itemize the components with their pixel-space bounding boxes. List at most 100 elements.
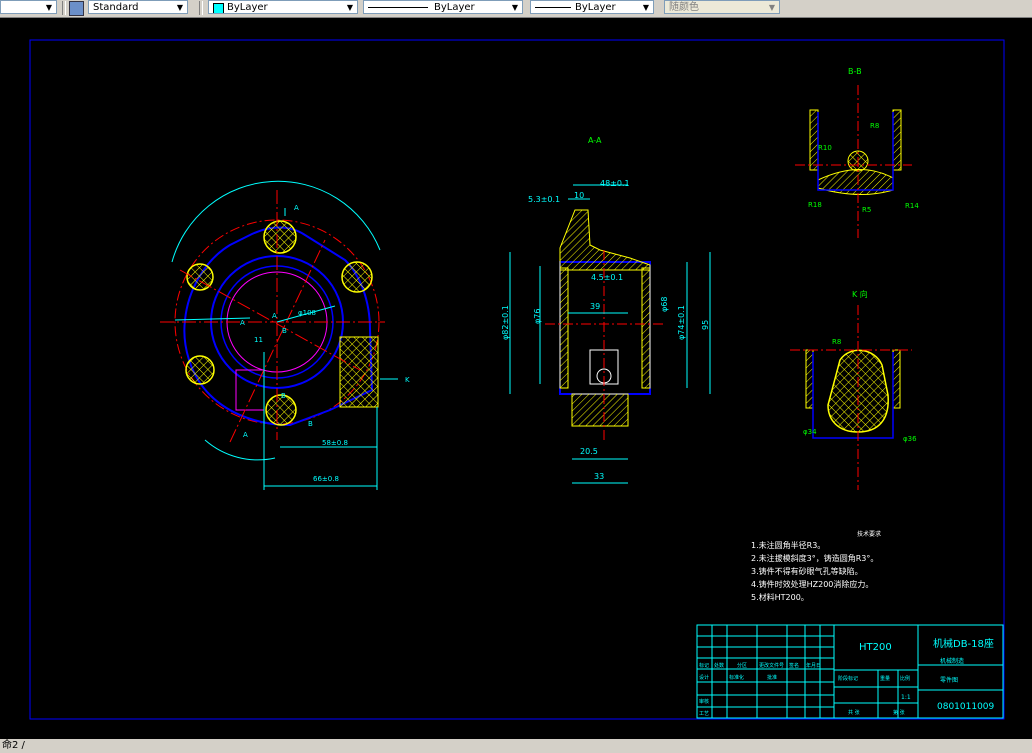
dim-74: φ74±0.1 [677, 305, 686, 340]
section-letter-b: B [308, 420, 313, 428]
cell-approve: 批准 [767, 674, 777, 681]
section-bb-title: B-B [848, 67, 862, 76]
chevron-down-icon[interactable]: ▼ [44, 1, 54, 13]
dim-10: 10 [574, 191, 584, 200]
section-bb-view: B-B R8 R10 R18 R5 R14 [795, 67, 919, 238]
center-letter-a: A [272, 312, 277, 320]
dim-11: 11 [254, 336, 263, 344]
row-label-review: 审核 [699, 698, 709, 705]
chevron-down-icon[interactable]: ▼ [345, 1, 355, 13]
dim-r5: R5 [862, 206, 871, 214]
color-swatch-icon [213, 3, 224, 13]
chevron-down-icon[interactable]: ▼ [641, 1, 651, 13]
color-dropdown[interactable]: ByLayer ▼ [208, 0, 358, 14]
lineweight-value: ByLayer [575, 2, 616, 13]
lug-right [341, 261, 373, 293]
drawing-canvas[interactable]: B A A K A B A B φ108 11 58±0.8 66±0.8 A-… [0, 17, 1032, 739]
lineweight-sample [535, 7, 571, 8]
toolbar-separator [199, 1, 203, 15]
company-label: 机械制造 [940, 657, 964, 665]
k-right-wall [892, 349, 901, 409]
dim-95: 95 [701, 320, 710, 330]
dim-76: φ76 [533, 309, 542, 324]
linetype-value: ByLayer [434, 2, 475, 13]
view-letter-k: K [405, 376, 410, 384]
row-label-design: 设计 [699, 674, 709, 681]
dim-r18: R18 [808, 201, 822, 209]
bb-bottom-web [817, 169, 894, 196]
chevron-down-icon[interactable]: ▼ [767, 1, 777, 13]
note-3: 3.铸件不得有砂眼气孔等缺陷。 [751, 566, 863, 576]
cell-scale: 比例 [900, 675, 910, 682]
dim-34: φ34 [803, 428, 817, 436]
linetype-sample [368, 7, 428, 8]
layer-dropdown[interactable]: ▼ [0, 0, 57, 14]
note-4: 4.铸件时效处理HZ200消除应力。 [751, 579, 873, 589]
technical-notes: 技术要求 1.未注圆角半径R3。 2.未注拔模斜度3°，铸造圆角R3°。 3.铸… [751, 530, 881, 602]
col-label-sign: 签名 [789, 662, 799, 669]
note-1: 1.未注圆角半径R3。 [751, 540, 825, 550]
view-k: K 向 R8 φ34 φ36 [790, 289, 917, 490]
lug-top [263, 220, 297, 254]
dim-33: 33 [594, 472, 604, 481]
bb-left-wall [809, 109, 819, 171]
view-k-title: K 向 [852, 289, 868, 299]
toolbar-separator [62, 1, 66, 15]
subtitle-label: 零件图 [940, 676, 958, 684]
lineweight-dropdown[interactable]: ByLayer ▼ [530, 0, 654, 14]
dim-r8: R8 [870, 122, 879, 130]
main-view: B A A K A B A B φ108 11 58±0.8 66±0.8 [160, 180, 410, 490]
command-line[interactable]: 命2 / [0, 739, 1032, 753]
dim-r8-k: R8 [832, 338, 841, 346]
drawing-svg: B A A K A B A B φ108 11 58±0.8 66±0.8 A-… [29, 39, 1005, 720]
text-style-value: Standard [93, 2, 139, 13]
k-left-wall [805, 349, 814, 409]
cell-stage: 阶段标记 [838, 675, 858, 682]
note-2: 2.未注拔模斜度3°，铸造圆角R3°。 [751, 553, 878, 563]
note-5: 5.材料HT200。 [751, 592, 809, 602]
cell-sheet: 第 张 [893, 709, 905, 716]
dim-68: φ68 [660, 297, 669, 312]
section-letter-a-bottom: A [243, 431, 248, 439]
cell-standardize: 标准化 [729, 674, 744, 681]
col-label-date: 年月日 [806, 662, 821, 669]
plot-style-dropdown[interactable]: 随颜色 ▼ [664, 0, 780, 14]
boss-section [339, 336, 379, 408]
linetype-dropdown[interactable]: ByLayer ▼ [363, 0, 523, 14]
part-name-label: 机械DB-18座 [933, 637, 994, 650]
section-aa-title: A-A [588, 136, 602, 145]
letter-a-left: A [240, 319, 245, 327]
drawing-number-label: 0801011009 [937, 702, 995, 712]
col-label-mark: 标记 [699, 662, 709, 669]
command-line-text: 命2 / [2, 740, 25, 751]
dim-82: φ82±0.1 [501, 305, 510, 340]
dim-r10: R10 [818, 144, 832, 152]
dim-66: 66±0.8 [313, 475, 339, 483]
plot-style-value: 随颜色 [669, 2, 699, 13]
chevron-down-icon[interactable]: ▼ [510, 1, 520, 13]
text-style-dropdown[interactable]: Standard ▼ [88, 0, 188, 14]
cell-total-sheets: 共 张 [848, 709, 860, 716]
text-style-icon[interactable] [69, 1, 84, 16]
material-label: HT200 [859, 642, 892, 653]
aa-right-wall [641, 267, 651, 389]
dim-r14: R14 [905, 202, 919, 210]
dim-58: 58±0.8 [322, 439, 348, 447]
dim-205: 20.5 [580, 447, 598, 456]
section-letter-a-top: A [294, 204, 299, 212]
row-label-process: 工艺 [699, 711, 709, 717]
properties-toolbar: ▼ Standard ▼ ByLayer ▼ ByLayer ▼ ByLayer… [0, 0, 1032, 18]
leader-left [174, 317, 251, 321]
aa-left-wall [559, 267, 569, 389]
dim-39: 39 [590, 302, 600, 311]
section-aa-view: A-A 48±0.1 10 5.3±0.1 4.5±0.1 39 φ76 φ68… [501, 136, 711, 484]
dim-48: 48±0.1 [600, 179, 630, 188]
lug-bottom-left [185, 355, 215, 385]
dim-36: φ36 [903, 435, 917, 443]
color-value: ByLayer [227, 2, 268, 13]
aa-bottom-neck [571, 393, 629, 427]
cell-weight: 重量 [880, 675, 890, 682]
chevron-down-icon[interactable]: ▼ [175, 1, 185, 13]
title-block: HT200 机械DB-18座 机械制造 零件图 1:1 0801011009 标… [696, 624, 1004, 719]
dim-108: φ108 [298, 309, 316, 317]
